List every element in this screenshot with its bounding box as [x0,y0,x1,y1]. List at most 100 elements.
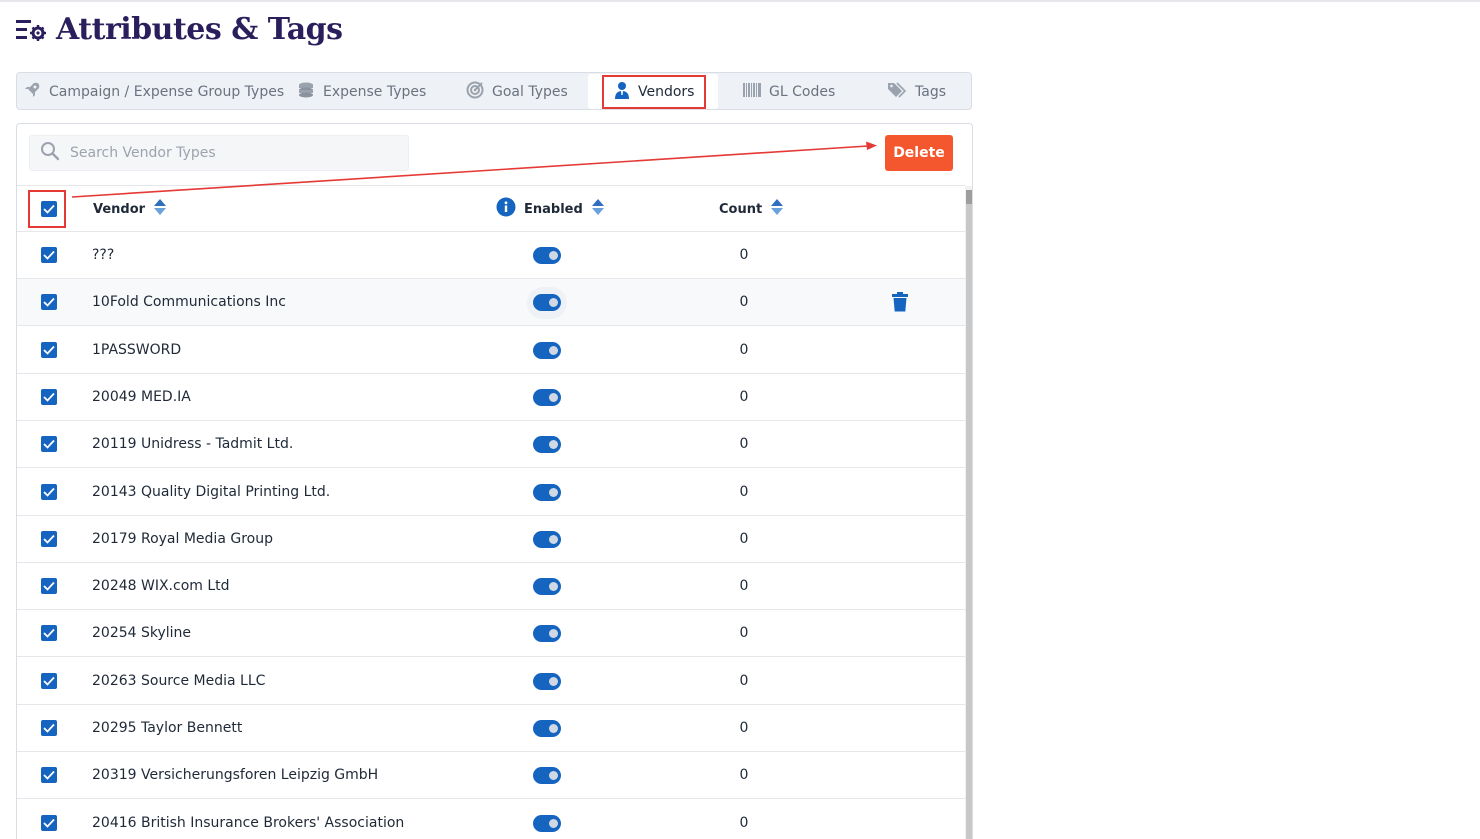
scrollbar-thumb[interactable] [966,190,972,204]
vendor-name: 10Fold Communications Inc [92,294,286,311]
header-count-label: Count [719,201,763,217]
vendor-name: 20263 Source Media LLC [92,672,266,689]
enabled-toggle[interactable] [533,814,561,832]
enabled-toggle[interactable] [533,341,561,359]
vendor-count: 0 [739,341,749,358]
tab-gl-codes[interactable]: GL Codes [743,74,835,109]
tab-label: Tags [915,83,946,100]
search-input[interactable] [68,144,392,162]
tab-tags[interactable]: Tags [887,74,946,109]
vertical-scrollbar[interactable] [965,186,972,839]
checkbox-checked [41,625,57,642]
enabled-toggle[interactable] [533,483,561,501]
vendor-name: 20119 Unidress - Tadmit Ltd. [92,436,294,453]
vendors-tab-highlight: Vendors [602,74,707,109]
vendor-name: 20179 Royal Media Group [92,530,273,547]
row-checkbox[interactable] [41,483,57,500]
enabled-toggle[interactable] [533,625,561,643]
vendor-count: 0 [739,814,749,831]
checkbox-checked [41,294,57,311]
vendor-name: 20248 WIX.com Ltd [92,578,230,595]
select-all-checkbox[interactable] [41,186,57,232]
header-enabled[interactable]: Enabled [496,186,605,232]
search-icon [40,141,60,165]
tab-goal-types[interactable]: Goal Types [466,74,568,109]
enabled-toggle[interactable] [533,720,561,737]
sort-icon [591,198,605,220]
checkbox-checked [41,341,57,358]
table-row[interactable]: 1PASSWORD 0 [17,327,965,374]
vendor-name: 20254 Skyline [92,625,192,642]
row-checkbox[interactable] [41,388,57,405]
vendor-name: ??? [92,247,115,263]
enabled-toggle[interactable] [533,294,561,312]
tab-label: GL Codes [769,83,836,100]
vendor-count: 0 [739,530,749,547]
row-checkbox[interactable] [41,530,57,547]
vendor-count: 0 [739,247,749,263]
tab-campaign-expense-group-types[interactable]: Campaign / Expense Group Types [23,74,284,109]
table-row[interactable]: 10Fold Communications Inc 0 [17,279,965,327]
vendor-name: 20049 MED.IA [92,388,191,405]
enabled-toggle[interactable] [533,530,561,548]
row-checkbox[interactable] [41,767,57,784]
sort-icon [153,198,167,220]
table-row[interactable]: ??? 0 [17,232,965,279]
table-row[interactable]: 20416 British Insurance Brokers' Associa… [17,800,965,839]
vendor-count: 0 [739,294,749,311]
search-box [29,135,409,171]
table-row[interactable]: 20254 Skyline 0 [17,610,965,658]
table-row[interactable]: 20248 WIX.com Ltd 0 [17,563,965,611]
checkbox-checked [41,201,57,217]
trash-icon[interactable] [891,292,909,316]
row-checkbox[interactable] [41,672,57,689]
user-tie-icon [614,81,630,103]
vendor-count: 0 [739,436,749,453]
row-checkbox[interactable] [41,720,57,736]
enabled-toggle[interactable] [533,578,561,596]
tab-vendors[interactable]: Vendors [588,74,718,109]
checkbox-checked [41,436,57,453]
enabled-toggle[interactable] [533,247,561,264]
checkbox-checked [41,483,57,500]
enabled-toggle[interactable] [533,436,561,454]
header-count[interactable]: Count [719,186,784,232]
row-checkbox[interactable] [41,814,57,831]
row-checkbox[interactable] [41,578,57,595]
header-vendor-label: Vendor [93,201,146,217]
checkbox-checked [41,388,57,405]
vendor-name: 20295 Taylor Bennett [92,720,243,736]
table-row[interactable]: 20143 Quality Digital Printing Ltd. 0 [17,469,965,516]
info-icon[interactable] [496,197,516,221]
table-row[interactable]: 20179 Royal Media Group 0 [17,516,965,563]
checkbox-checked [41,720,57,736]
settings-list-icon [16,15,46,45]
row-checkbox[interactable] [41,341,57,358]
header-vendor[interactable]: Vendor [93,186,167,232]
vendor-count: 0 [739,578,749,595]
tab-expense-types[interactable]: Expense Types [297,74,426,109]
row-checkbox[interactable] [41,436,57,453]
enabled-toggle[interactable] [533,388,561,406]
page-header: Attributes & Tags [16,12,343,47]
checkbox-checked [41,767,57,784]
vendor-count: 0 [739,388,749,405]
table-row[interactable]: 20119 Unidress - Tadmit Ltd. 0 [17,421,965,469]
tab-label: Expense Types [323,83,427,100]
table-row[interactable]: 20263 Source Media LLC 0 [17,658,965,705]
vendor-count: 0 [739,483,749,500]
vendor-count: 0 [739,720,749,736]
table-row[interactable]: 20319 Versicherungsforen Leipzig GmbH 0 [17,752,965,800]
delete-button[interactable]: Delete [885,135,953,171]
enabled-toggle[interactable] [533,672,561,690]
header-enabled-label: Enabled [524,201,583,217]
row-checkbox[interactable] [41,294,57,311]
vendor-name: 20416 British Insurance Brokers' Associa… [92,814,405,831]
row-checkbox[interactable] [41,625,57,642]
table-row[interactable]: 20295 Taylor Bennett 0 [17,705,965,752]
enabled-toggle[interactable] [533,767,561,785]
coins-icon [297,81,315,103]
row-checkbox[interactable] [41,247,57,263]
table-row[interactable]: 20049 MED.IA 0 [17,374,965,421]
vendor-name: 1PASSWORD [92,341,182,358]
